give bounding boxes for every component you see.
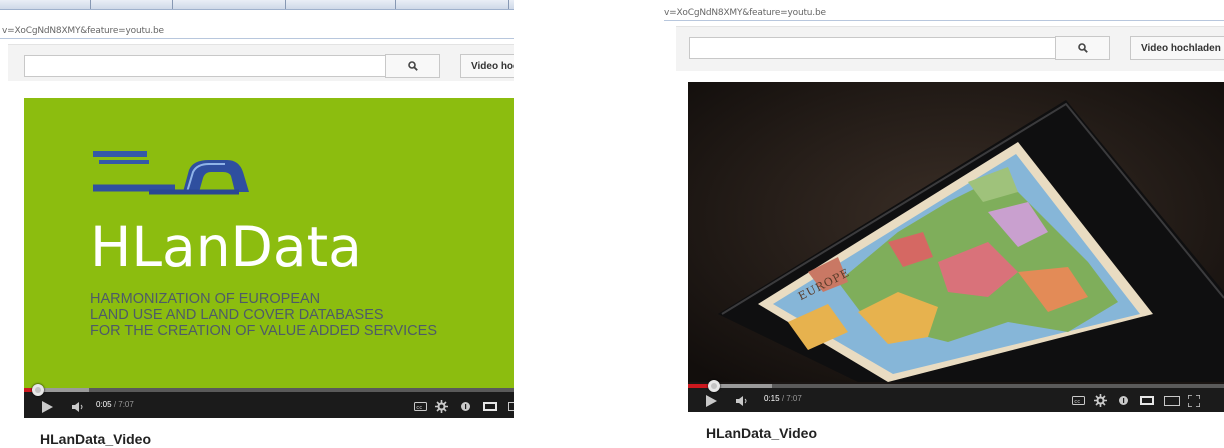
time-display: 0:15 / 7:07 (764, 394, 802, 403)
svg-text:cc: cc (416, 405, 422, 411)
player-controls: 0:15 / 7:07 cc (688, 380, 1224, 412)
video-subtitle-line: HARMONIZATION OF EUROPEAN (90, 291, 321, 307)
video-subtitle-line: LAND USE AND LAND COVER DATABASES (90, 307, 384, 323)
search-input[interactable] (24, 55, 386, 77)
captions-icon[interactable]: cc (1072, 396, 1085, 405)
address-bar-divider (664, 20, 1224, 21)
play-icon[interactable] (706, 395, 717, 407)
video-player[interactable]: EUROPE 0:15 / 7:07 cc (688, 82, 1224, 412)
address-bar-url[interactable]: v=XoCgNdN8XMY&feature=youtu.be (2, 26, 164, 36)
current-time: 0:15 (764, 394, 780, 403)
masthead: Video hochl (8, 44, 514, 81)
address-bar-url[interactable]: v=XoCgNdN8XMY&feature=youtu.be (664, 8, 826, 18)
masthead: Video hochladen (676, 26, 1224, 71)
settings-icon[interactable] (1094, 394, 1107, 407)
search-input[interactable] (689, 37, 1056, 59)
current-time: 0:05 (96, 400, 112, 409)
upload-video-button[interactable]: Video hochladen (1130, 36, 1224, 60)
theater-mode-icon[interactable] (483, 402, 497, 411)
fullscreen-icon[interactable] (508, 402, 514, 411)
play-icon[interactable] (42, 401, 53, 413)
player-controls: 0:05 / 7:07 cc (24, 384, 514, 418)
volume-icon[interactable] (736, 396, 750, 406)
hlandata-logo-icon (93, 151, 249, 195)
video-title: HLanData_Video (40, 431, 151, 447)
video-subtitle: HARMONIZATION OF EUROPEAN LAND USE AND L… (90, 291, 437, 339)
fullscreen-icon[interactable] (1188, 395, 1200, 407)
search-icon (1077, 43, 1088, 53)
browser-toolbar-strip (0, 0, 514, 10)
settings-icon[interactable] (435, 400, 448, 413)
video-subtitle-line: FOR THE CREATION OF VALUE ADDED SERVICES (90, 323, 437, 339)
duration: / 7:07 (113, 400, 134, 409)
scrubber-handle[interactable] (32, 384, 44, 396)
address-bar-divider (0, 38, 514, 39)
theater-mode-icon[interactable] (1140, 396, 1154, 405)
upload-video-button[interactable]: Video hochl (460, 54, 514, 78)
volume-icon[interactable] (72, 402, 86, 412)
progress-bar[interactable] (688, 380, 1224, 392)
video-title: HLanData_Video (706, 425, 817, 441)
search-button[interactable] (1055, 36, 1110, 60)
info-icon[interactable] (461, 402, 470, 411)
video-logo-title: HLanData (90, 215, 362, 279)
scrubber-handle[interactable] (708, 380, 720, 392)
browser-screen-right: v=XoCgNdN8XMY&feature=youtu.be Video hoc… (664, 0, 1224, 448)
progress-buffered (712, 384, 772, 388)
search-button[interactable] (385, 54, 440, 78)
svg-text:cc: cc (1074, 399, 1080, 405)
large-player-icon[interactable] (1164, 396, 1180, 406)
info-icon[interactable] (1119, 396, 1128, 405)
progress-bar[interactable] (24, 384, 514, 396)
time-display: 0:05 / 7:07 (96, 400, 134, 409)
search-icon (407, 61, 418, 71)
captions-icon[interactable]: cc (414, 402, 427, 411)
browser-screen-left: v=XoCgNdN8XMY&feature=youtu.be Video hoc… (0, 0, 514, 448)
duration: / 7:07 (781, 394, 802, 403)
tablet-europe-map-image (688, 82, 1224, 382)
video-player[interactable]: HLanData HARMONIZATION OF EUROPEAN LAND … (24, 98, 514, 418)
